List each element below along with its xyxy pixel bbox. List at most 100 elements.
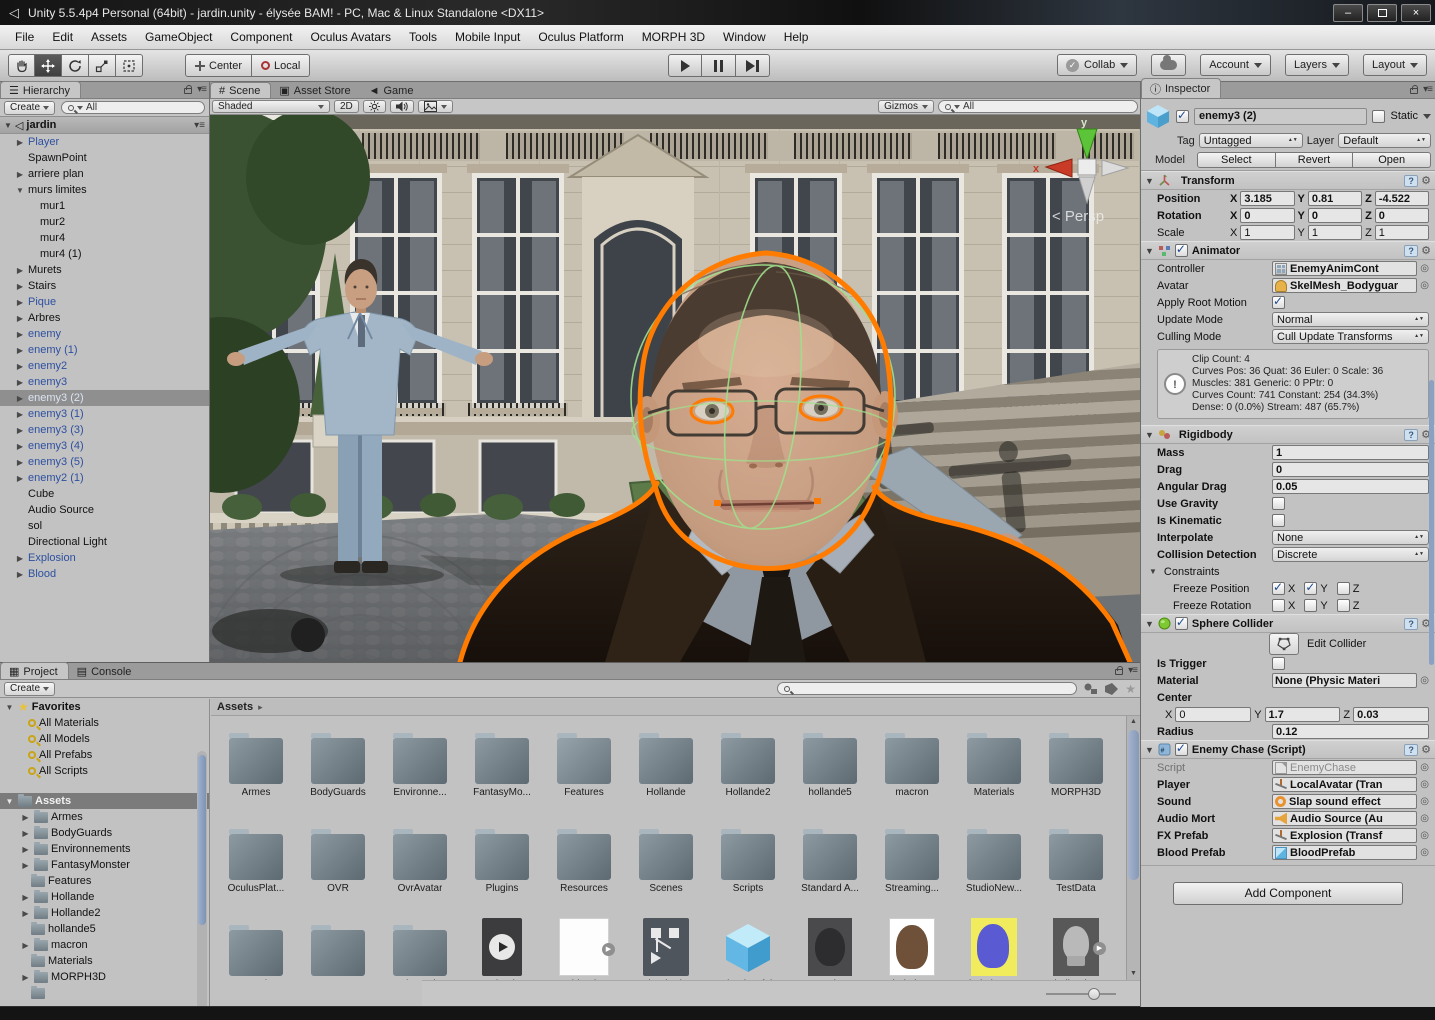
asset-tile[interactable]: hollande5: [789, 722, 871, 814]
breadcrumb[interactable]: Assets▸: [211, 699, 1140, 716]
lock-icon[interactable]: [184, 88, 192, 94]
project-folder[interactable]: ▶Armes: [0, 809, 209, 825]
asset-tile[interactable]: OVR: [297, 818, 379, 910]
interpolate-dropdown[interactable]: None▲▼: [1272, 530, 1429, 545]
hierarchy-item-selected[interactable]: ▶enemy3 (2): [0, 390, 209, 406]
layer-dropdown[interactable]: Default▲▼: [1338, 133, 1431, 148]
grid-scrollbar[interactable]: ▲▼: [1126, 716, 1140, 980]
asset-tile-video[interactable]: Blood: [461, 914, 543, 980]
freeze-pos-y-checkbox[interactable]: [1304, 582, 1317, 595]
model-open-button[interactable]: Open: [1353, 152, 1431, 168]
scale-tool-button[interactable]: [89, 54, 116, 77]
perspective-label[interactable]: < Persp: [1052, 208, 1104, 225]
asset-tile[interactable]: Standard A...: [789, 818, 871, 910]
asset-tile[interactable]: Hollande2: [707, 722, 789, 814]
gizmos-dropdown[interactable]: Gizmos: [878, 100, 934, 113]
hierarchy-search-input[interactable]: All: [61, 101, 205, 114]
asset-tile[interactable]: Scripts: [707, 818, 789, 910]
radius-field[interactable]: 0.12: [1272, 724, 1429, 739]
hierarchy-item[interactable]: Audio Source: [0, 502, 209, 518]
asset-tile-texture[interactable]: ▶blood: [543, 914, 625, 980]
asset-tile[interactable]: weapon: [297, 914, 379, 980]
favorite-search-item[interactable]: All Prefabs: [0, 747, 209, 763]
object-picker-icon[interactable]: ◎: [1420, 675, 1429, 686]
sphere-collider-header[interactable]: ▼ Sphere Collider ?⚙: [1141, 614, 1435, 633]
hierarchy-item[interactable]: ▶Explosion: [0, 550, 209, 566]
layout-button[interactable]: Layout: [1363, 54, 1427, 76]
hierarchy-item[interactable]: ▶Pique: [0, 294, 209, 310]
asset-tile[interactable]: macron: [871, 722, 953, 814]
tab-scene[interactable]: #Scene: [210, 82, 271, 98]
center-x-field[interactable]: 0: [1175, 707, 1251, 722]
asset-tile-texture[interactable]: Hair: [789, 914, 871, 980]
tag-dropdown[interactable]: Untagged▲▼: [1199, 133, 1303, 148]
menu-morph3d[interactable]: MORPH 3D: [633, 27, 714, 47]
sound-field[interactable]: Slap sound effect: [1272, 794, 1417, 809]
hierarchy-item[interactable]: ▼murs limites: [0, 182, 209, 198]
asset-tile-texture[interactable]: hairshort: [871, 914, 953, 980]
panel-menu-icon[interactable]: ▾≡: [1128, 665, 1137, 676]
asset-tile[interactable]: ToonExplos...: [215, 914, 297, 980]
position-z-field[interactable]: -4.522: [1375, 191, 1429, 206]
lighting-toggle-button[interactable]: [363, 100, 386, 113]
gear-icon[interactable]: ⚙: [1421, 174, 1431, 187]
favorite-search-item[interactable]: All Scripts: [0, 763, 209, 779]
menu-mobile-input[interactable]: Mobile Input: [446, 27, 529, 47]
panel-menu-icon[interactable]: ▾≡: [1423, 84, 1432, 95]
hierarchy-item[interactable]: ▶enemy (1): [0, 342, 209, 358]
panel-menu-icon[interactable]: ▾≡: [194, 120, 205, 131]
scene-header-row[interactable]: ▼ ◁ jardin ▾≡: [0, 117, 209, 134]
collab-button[interactable]: ✓Collab: [1057, 54, 1137, 76]
pause-button[interactable]: [702, 54, 736, 77]
asset-tile[interactable]: Environne...: [379, 722, 461, 814]
effects-toggle-button[interactable]: [418, 100, 453, 113]
asset-tile-model[interactable]: ▶hollande3: [1035, 914, 1117, 980]
expand-badge-icon[interactable]: ▶: [602, 943, 615, 956]
object-picker-icon[interactable]: ◎: [1420, 796, 1429, 807]
favorite-search-item[interactable]: All Materials: [0, 715, 209, 731]
tree-scrollbar[interactable]: [197, 751, 207, 1006]
asset-tile[interactable]: Streaming...: [871, 818, 953, 910]
pivot-center-button[interactable]: Center: [185, 54, 252, 77]
search-by-type-icon[interactable]: [1083, 682, 1098, 695]
animator-enabled-checkbox[interactable]: [1175, 244, 1188, 257]
hierarchy-item[interactable]: sol: [0, 518, 209, 534]
collision-detection-dropdown[interactable]: Discrete▲▼: [1272, 547, 1429, 562]
asset-tile[interactable]: OculusPlat...: [215, 818, 297, 910]
is-kinematic-checkbox[interactable]: [1272, 514, 1285, 527]
controller-field[interactable]: EnemyAnimCont: [1272, 261, 1417, 276]
project-create-button[interactable]: Create: [4, 682, 55, 696]
collider-enabled-checkbox[interactable]: [1175, 617, 1188, 630]
project-folder[interactable]: [0, 985, 209, 1001]
scale-x-field[interactable]: 1: [1240, 225, 1294, 240]
assets-root[interactable]: ▼Assets: [0, 793, 209, 809]
favorites-star-icon[interactable]: ★: [1125, 682, 1136, 696]
project-folder[interactable]: ▶BodyGuards: [0, 825, 209, 841]
menu-gameobject[interactable]: GameObject: [136, 27, 221, 47]
asset-tile[interactable]: MORPH3D: [1035, 722, 1117, 814]
gear-icon[interactable]: ⚙: [1421, 743, 1431, 756]
project-folder[interactable]: ▶FantasyMonster: [0, 857, 209, 873]
rect-tool-button[interactable]: [116, 54, 143, 77]
rotation-z-field[interactable]: 0: [1375, 208, 1429, 223]
help-icon[interactable]: ?: [1404, 744, 1418, 756]
tab-console[interactable]: ▤Console: [69, 663, 142, 679]
asset-tile[interactable]: Wispy Sky: [379, 914, 461, 980]
hierarchy-item[interactable]: Cube: [0, 486, 209, 502]
hierarchy-item[interactable]: ▶arriere plan: [0, 166, 209, 182]
favorite-search-item[interactable]: All Models: [0, 731, 209, 747]
foldout-icon[interactable]: ▼: [4, 121, 12, 130]
use-gravity-checkbox[interactable]: [1272, 497, 1285, 510]
hierarchy-item[interactable]: mur4: [0, 230, 209, 246]
menu-oculus-platform[interactable]: Oculus Platform: [529, 27, 632, 47]
menu-tools[interactable]: Tools: [400, 27, 446, 47]
is-trigger-checkbox[interactable]: [1272, 657, 1285, 670]
lock-icon[interactable]: [1115, 669, 1123, 675]
menu-assets[interactable]: Assets: [82, 27, 136, 47]
help-icon[interactable]: ?: [1404, 175, 1418, 187]
model-select-button[interactable]: Select: [1197, 152, 1276, 168]
object-picker-icon[interactable]: ◎: [1420, 847, 1429, 858]
chevron-down-icon[interactable]: [1423, 114, 1431, 119]
center-z-field[interactable]: 0.03: [1353, 707, 1429, 722]
asset-tile-texture[interactable]: hairshort_n: [953, 914, 1035, 980]
